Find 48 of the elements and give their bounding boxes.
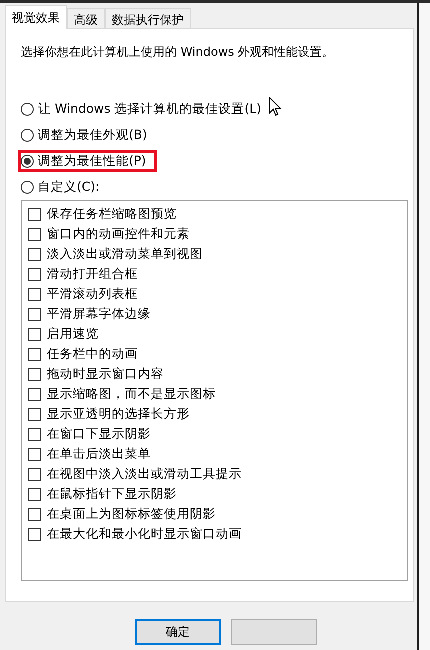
checkbox-label[interactable]: 在最大化和最小化时显示窗口动画	[47, 524, 242, 544]
checkbox[interactable]	[28, 368, 41, 380]
checkbox-label[interactable]: 在鼠标指针下显示阴影	[47, 484, 177, 504]
checkbox[interactable]	[28, 388, 41, 400]
checkbox-label[interactable]: 滑动打开组合框	[47, 264, 138, 284]
checkbox-label[interactable]: 平滑滚动列表框	[47, 284, 138, 304]
checkbox[interactable]	[28, 328, 41, 340]
radio-button[interactable]	[21, 128, 34, 142]
checkbox-label[interactable]: 在窗口下显示阴影	[47, 424, 151, 444]
checkbox[interactable]	[28, 528, 41, 540]
tab[interactable]: 数据执行保护	[105, 8, 191, 29]
radio-label[interactable]: 调整为最佳外观(B)	[38, 126, 148, 144]
radio-label[interactable]: 自定义(C):	[38, 178, 100, 196]
checkbox-label[interactable]: 保存任务栏缩略图预览	[47, 204, 177, 224]
checkbox-label[interactable]: 拖动时显示窗口内容	[47, 364, 164, 384]
checkbox[interactable]	[28, 248, 41, 260]
checkbox-label[interactable]: 任务栏中的动画	[47, 344, 138, 364]
checkbox-label[interactable]: 在桌面上为图标标签使用阴影	[47, 504, 216, 524]
checkbox-label[interactable]: 启用速览	[47, 324, 99, 344]
ok-button[interactable]: 确定	[135, 619, 221, 645]
checkbox-label[interactable]: 显示亚透明的选择长方形	[47, 404, 190, 424]
checkbox[interactable]	[28, 308, 41, 320]
checkbox[interactable]	[28, 408, 41, 420]
description-text: 选择你想在此计算机上使用的 Windows 外观和性能设置。	[21, 44, 336, 61]
checkbox-label[interactable]: 平滑屏幕字体边缘	[47, 304, 151, 324]
checkbox[interactable]	[28, 268, 41, 280]
radio-button[interactable]	[21, 154, 34, 168]
radio-label[interactable]: 调整为最佳性能(P)	[38, 152, 146, 170]
radio-label[interactable]: 让 Windows 选择计算机的最佳设置(L)	[38, 100, 262, 118]
checkbox-label[interactable]: 显示缩略图，而不是显示图标	[47, 384, 216, 404]
mouse-pointer-icon	[269, 97, 282, 117]
checkbox-label[interactable]: 在单击后淡出菜单	[47, 444, 151, 464]
checkbox[interactable]	[28, 228, 41, 240]
checkbox[interactable]	[28, 288, 41, 300]
checkbox-label[interactable]: 在视图中淡入淡出或滑动工具提示	[47, 464, 242, 484]
checkbox-label[interactable]: 淡入淡出或滑动菜单到视图	[47, 244, 203, 264]
radio-button[interactable]	[21, 102, 34, 116]
checkbox[interactable]	[28, 208, 41, 220]
radio-button[interactable]	[21, 180, 34, 194]
checkbox[interactable]	[28, 448, 41, 460]
checkbox[interactable]	[28, 348, 41, 360]
checkbox-label[interactable]: 窗口内的动画控件和元素	[47, 224, 190, 244]
checkbox[interactable]	[28, 508, 41, 520]
checkbox[interactable]	[28, 428, 41, 440]
checkbox[interactable]	[28, 488, 41, 500]
tab[interactable]: 视觉效果	[5, 5, 67, 29]
checkbox[interactable]	[28, 468, 41, 480]
tab[interactable]: 高级	[67, 8, 105, 29]
